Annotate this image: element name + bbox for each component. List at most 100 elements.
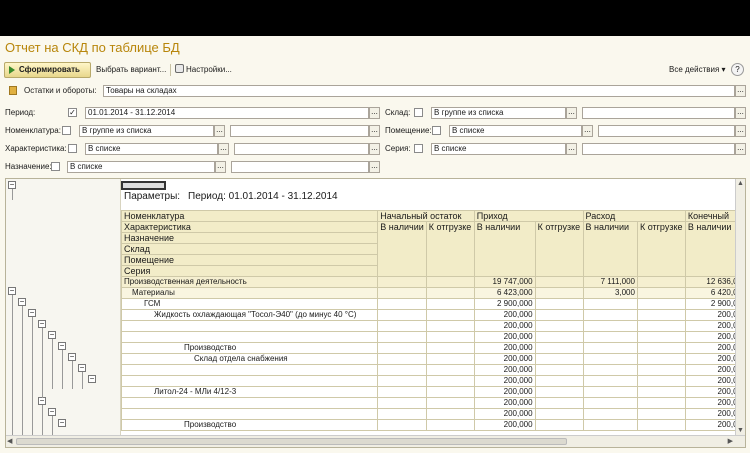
row-name-cell[interactable] <box>120 331 379 343</box>
row-value-cell[interactable]: 200,000 <box>473 375 536 387</box>
warehouse-condition-button[interactable]: ... <box>566 107 577 119</box>
row-value-cell[interactable] <box>425 320 475 332</box>
table-row[interactable]: 200,000 200,00 <box>120 320 745 332</box>
row-name-cell[interactable] <box>120 320 379 332</box>
settings-button[interactable]: Настройки... <box>175 62 232 78</box>
collapse-group-toggle[interactable]: − <box>38 320 46 328</box>
row-value-cell[interactable]: 200,000 <box>473 408 536 420</box>
row-value-cell[interactable] <box>377 386 427 398</box>
scheme-field[interactable]: Товары на складах <box>103 85 735 97</box>
purpose-value-button[interactable]: ... <box>369 161 380 173</box>
row-value-cell[interactable]: 200,000 <box>473 364 536 376</box>
row-value-cell[interactable] <box>425 408 475 420</box>
row-value-cell[interactable] <box>377 287 427 299</box>
row-value-cell[interactable] <box>425 364 475 376</box>
row-value-cell[interactable] <box>582 375 638 387</box>
row-value-cell[interactable] <box>425 331 475 343</box>
purpose-condition-button[interactable]: ... <box>215 161 226 173</box>
table-row[interactable]: Материалы 6 423,000 3,000 6 420,00 <box>120 287 745 299</box>
row-value-cell[interactable] <box>534 309 584 321</box>
row-value-cell[interactable]: 200,000 <box>473 386 536 398</box>
choose-variant-button[interactable]: Выбрать вариант... <box>96 62 166 78</box>
row-value-cell[interactable]: 6 423,000 <box>473 287 536 299</box>
row-value-cell[interactable] <box>636 375 686 387</box>
row-value-cell[interactable] <box>534 386 584 398</box>
row-value-cell[interactable] <box>636 397 686 409</box>
row-value-cell[interactable] <box>377 419 427 431</box>
row-value-cell[interactable] <box>582 342 638 354</box>
room-condition-button[interactable]: ... <box>582 125 593 137</box>
row-value-cell[interactable] <box>377 397 427 409</box>
room-checkbox[interactable] <box>432 126 441 135</box>
row-name-cell[interactable]: Склад отдела снабжения <box>120 353 379 365</box>
collapse-group-toggle[interactable]: − <box>58 419 66 427</box>
table-row[interactable]: 200,000 200,00 <box>120 408 745 420</box>
nomenclature-condition-field[interactable]: В группе из списка <box>79 125 214 137</box>
scroll-left-icon[interactable]: ◀ <box>7 438 12 445</box>
series-value-field[interactable] <box>582 143 735 155</box>
row-value-cell[interactable] <box>377 309 427 321</box>
row-value-cell[interactable] <box>636 287 686 299</box>
row-value-cell[interactable]: 19 747,000 <box>473 276 536 288</box>
row-value-cell[interactable] <box>636 386 686 398</box>
characteristic-value-field[interactable] <box>234 143 369 155</box>
row-value-cell[interactable] <box>425 342 475 354</box>
characteristic-value-button[interactable]: ... <box>369 143 380 155</box>
period-select-button[interactable]: ... <box>369 107 380 119</box>
row-value-cell[interactable] <box>377 331 427 343</box>
row-name-cell[interactable]: Производство <box>120 342 379 354</box>
help-button[interactable]: ? <box>731 63 744 76</box>
row-value-cell[interactable]: 3,000 <box>582 287 638 299</box>
warehouse-condition-field[interactable]: В группе из списка <box>431 107 566 119</box>
row-value-cell[interactable] <box>425 287 475 299</box>
row-name-cell[interactable] <box>120 408 379 420</box>
row-value-cell[interactable] <box>377 276 427 288</box>
row-value-cell[interactable]: 200,000 <box>473 353 536 365</box>
row-value-cell[interactable] <box>377 320 427 332</box>
collapse-group-toggle[interactable]: − <box>58 342 66 350</box>
nomenclature-condition-button[interactable]: ... <box>214 125 225 137</box>
collapse-group-toggle[interactable]: − <box>78 364 86 372</box>
row-value-cell[interactable]: 7 111,000 <box>582 276 638 288</box>
row-value-cell[interactable] <box>636 419 686 431</box>
row-name-cell[interactable]: Жидкость охлаждающая "Тосол-Э40" (до мин… <box>120 309 379 321</box>
horizontal-scroll-thumb[interactable] <box>16 438 567 445</box>
row-name-cell[interactable]: Производственная деятельность <box>120 276 379 288</box>
scroll-right-icon[interactable]: ▶ <box>728 438 733 445</box>
row-name-cell[interactable]: Литол-24 - МЛи 4/12-3 <box>120 386 379 398</box>
row-value-cell[interactable] <box>636 364 686 376</box>
row-value-cell[interactable]: 200,000 <box>473 342 536 354</box>
table-row[interactable]: Склад отдела снабжения 200,000 200,00 <box>120 353 745 365</box>
row-value-cell[interactable]: 200,000 <box>473 309 536 321</box>
collapse-params-toggle[interactable]: − <box>8 181 16 189</box>
row-value-cell[interactable] <box>534 375 584 387</box>
table-row[interactable]: Производство 200,000 200,00 <box>120 342 745 354</box>
row-value-cell[interactable] <box>534 408 584 420</box>
collapse-group-toggle[interactable]: − <box>68 353 76 361</box>
row-value-cell[interactable] <box>534 331 584 343</box>
row-value-cell[interactable] <box>582 397 638 409</box>
row-value-cell[interactable] <box>534 397 584 409</box>
collapse-group-toggle[interactable]: − <box>48 408 56 416</box>
warehouse-value-field[interactable] <box>582 107 735 119</box>
table-row[interactable]: ГСМ 2 900,000 2 900,00 <box>120 298 745 310</box>
nomenclature-value-button[interactable]: ... <box>369 125 380 137</box>
row-value-cell[interactable] <box>582 320 638 332</box>
room-value-field[interactable] <box>598 125 735 137</box>
table-row[interactable]: Жидкость охлаждающая "Тосол-Э40" (до мин… <box>120 309 745 321</box>
characteristic-condition-button[interactable]: ... <box>218 143 229 155</box>
row-name-cell[interactable] <box>120 375 379 387</box>
table-row[interactable]: 200,000 200,00 <box>120 331 745 343</box>
row-value-cell[interactable] <box>425 298 475 310</box>
row-value-cell[interactable] <box>425 276 475 288</box>
row-value-cell[interactable] <box>425 309 475 321</box>
table-row[interactable]: 200,000 200,00 <box>120 397 745 409</box>
room-value-button[interactable]: ... <box>735 125 746 137</box>
period-field[interactable]: 01.01.2014 - 31.12.2014 <box>85 107 369 119</box>
row-value-cell[interactable] <box>377 342 427 354</box>
row-value-cell[interactable] <box>582 309 638 321</box>
selected-cell[interactable] <box>121 181 166 190</box>
row-value-cell[interactable] <box>425 386 475 398</box>
row-value-cell[interactable] <box>377 375 427 387</box>
row-value-cell[interactable] <box>534 320 584 332</box>
